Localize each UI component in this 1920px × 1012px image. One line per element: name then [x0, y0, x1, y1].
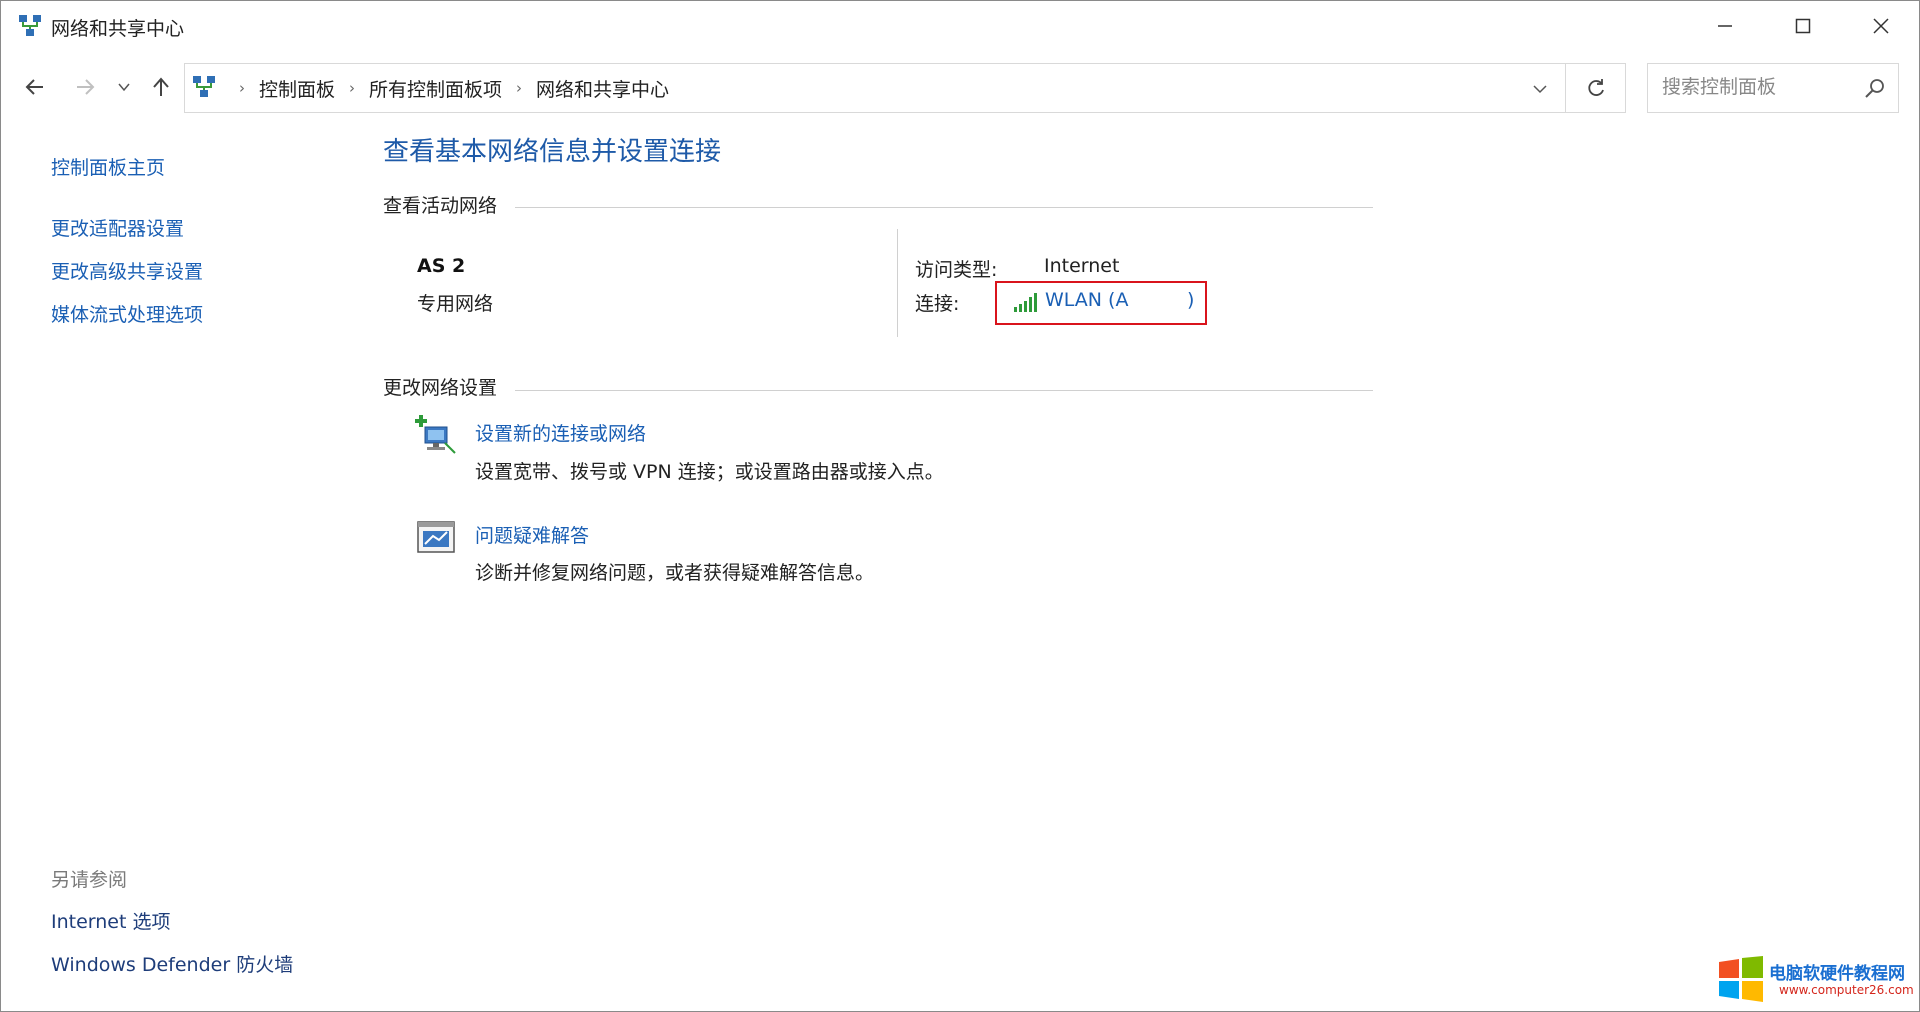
- minimize-button[interactable]: [1686, 1, 1764, 51]
- section-divider: [515, 207, 1373, 208]
- page-title: 查看基本网络信息并设置连接: [383, 137, 722, 167]
- section-divider: [515, 390, 1373, 391]
- navigation-bar: › 控制面板 › 所有控制面板项 › 网络和共享中心: [1, 59, 1919, 117]
- arrow-up-icon: [153, 77, 169, 96]
- search-input[interactable]: [1662, 76, 1852, 98]
- chevron-down-icon: [118, 83, 130, 92]
- sidebar-item-advanced-sharing[interactable]: 更改高级共享设置: [51, 257, 203, 284]
- minimize-icon: [1718, 25, 1732, 27]
- maximize-button[interactable]: [1764, 1, 1842, 51]
- window-title: 网络和共享中心: [51, 18, 185, 40]
- sidebar-item-adapter-settings[interactable]: 更改适配器设置: [51, 214, 184, 241]
- see-also-firewall[interactable]: Windows Defender 防火墙: [51, 950, 293, 977]
- arrow-left-icon: [25, 79, 43, 95]
- chevron-right-icon[interactable]: ›: [516, 79, 522, 97]
- refresh-button[interactable]: [1566, 63, 1626, 113]
- troubleshoot-desc: 诊断并修复网络问题，或者获得疑难解答信息。: [475, 562, 875, 584]
- connection-label: 连接:: [915, 293, 960, 315]
- change-settings-heading: 更改网络设置: [383, 377, 498, 399]
- new-connection-icon: [415, 415, 456, 454]
- network-center-icon: [193, 76, 215, 97]
- search-box[interactable]: [1647, 63, 1899, 113]
- troubleshoot-icon: [417, 521, 455, 553]
- window: 网络和共享中心 › 控制面板 › 所有控制面板项 › 网络和共享中心 搜索控制面…: [0, 0, 1920, 1012]
- recent-locations-button[interactable]: [109, 69, 139, 105]
- network-category: 专用网络: [417, 293, 494, 315]
- setup-new-connection-link[interactable]: 设置新的连接或网络: [475, 419, 646, 446]
- close-button[interactable]: [1842, 1, 1920, 51]
- address-history-button[interactable]: [1525, 74, 1555, 104]
- sidebar-item-media-streaming[interactable]: 媒体流式处理选项: [51, 300, 203, 327]
- watermark-url: www.computer26.com: [1779, 983, 1914, 997]
- windows-logo-icon: [1719, 956, 1763, 1002]
- troubleshoot-link[interactable]: 问题疑难解答: [475, 521, 589, 548]
- chevron-right-icon: ›: [239, 79, 245, 97]
- setup-new-connection-desc: 设置宽带、拨号或 VPN 连接；或设置路由器或接入点。: [475, 461, 944, 483]
- refresh-icon: [1587, 79, 1604, 96]
- chevron-right-icon[interactable]: ›: [349, 79, 355, 97]
- breadcrumb-network-center[interactable]: 网络和共享中心: [536, 75, 669, 102]
- access-type-label: 访问类型:: [915, 259, 998, 281]
- close-icon: [1873, 18, 1889, 34]
- chevron-down-icon: [1533, 85, 1547, 94]
- active-networks-heading: 查看活动网络: [383, 195, 498, 217]
- forward-button[interactable]: [67, 69, 103, 105]
- maximize-icon: [1795, 18, 1811, 34]
- sidebar-item-control-panel-home[interactable]: 控制面板主页: [51, 153, 165, 180]
- access-type-value: Internet: [1044, 255, 1120, 277]
- watermark-site-name: 电脑软硬件教程网: [1769, 964, 1905, 984]
- arrow-right-icon: [77, 79, 95, 95]
- breadcrumb-all-items[interactable]: 所有控制面板项: [369, 75, 502, 102]
- wlan-connection-link[interactable]: WLAN (A: [1045, 289, 1128, 311]
- search-icon[interactable]: [1862, 76, 1888, 102]
- vertical-divider: [897, 229, 898, 337]
- breadcrumb: › 控制面板 › 所有控制面板项 › 网络和共享中心: [225, 64, 669, 112]
- wifi-signal-icon: [1014, 293, 1037, 312]
- see-also-heading: 另请参阅: [51, 869, 128, 891]
- address-bar[interactable]: › 控制面板 › 所有控制面板项 › 网络和共享中心: [184, 63, 1566, 113]
- see-also-internet-options[interactable]: Internet 选项: [51, 907, 170, 934]
- title-bar: 网络和共享中心: [1, 1, 1919, 51]
- up-button[interactable]: [143, 69, 179, 105]
- back-button[interactable]: [17, 69, 53, 105]
- wlan-connection-link-end[interactable]: ): [1187, 289, 1194, 311]
- network-center-icon: [19, 15, 41, 36]
- network-name: AS 2: [417, 255, 466, 277]
- breadcrumb-control-panel[interactable]: 控制面板: [259, 75, 335, 102]
